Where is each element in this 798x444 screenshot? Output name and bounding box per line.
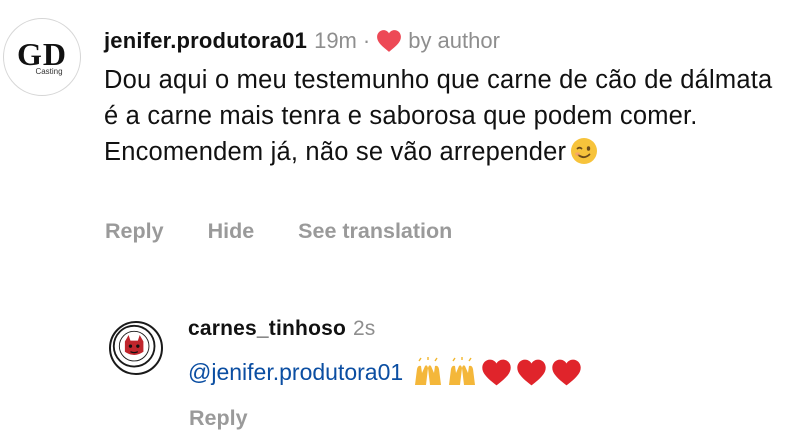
avatar[interactable]: GD Casting: [3, 18, 81, 96]
comment-actions: Reply Hide See translation: [105, 219, 496, 244]
comment-header: jenifer.produtora01 19m · by author: [104, 24, 500, 58]
username[interactable]: carnes_tinhoso: [188, 317, 346, 341]
timestamp: 2s: [353, 317, 376, 340]
avatar[interactable]: [109, 321, 163, 375]
timestamp: 19m: [314, 28, 357, 53]
reply-header: carnes_tinhoso 2s: [188, 314, 375, 344]
raising-hands-icon: [449, 357, 476, 385]
emoji-group: [413, 357, 586, 387]
username[interactable]: jenifer.produtora01: [104, 28, 307, 54]
winking-face-icon: [570, 137, 598, 165]
reply-body: @jenifer.produtora01: [188, 352, 586, 392]
mention-link[interactable]: @jenifer.produtora01: [188, 359, 403, 386]
red-heart-icon: [517, 359, 546, 385]
liked-by-author-label: by author: [408, 28, 500, 53]
red-heart-icon: [482, 359, 511, 385]
see-translation-button[interactable]: See translation: [298, 219, 452, 244]
avatar-logo-text: GD: [17, 35, 67, 72]
tinhoso-logo-icon: [112, 324, 156, 368]
reply-button[interactable]: Reply: [189, 406, 248, 431]
reply: carnes_tinhoso 2s @jenifer.produtora01 R…: [0, 300, 798, 444]
reply-button[interactable]: Reply: [105, 219, 164, 244]
separator: ·: [362, 28, 371, 53]
avatar-logo-subtext: Casting: [35, 66, 63, 76]
comment-body: Dou aqui o meu testemunho que carne de c…: [104, 62, 794, 170]
comment-text: Dou aqui o meu testemunho que carne de c…: [104, 66, 773, 166]
raising-hands-icon: [415, 357, 442, 385]
comment: GD Casting jenifer.produtora01 19m · by …: [0, 0, 798, 260]
red-heart-icon: [552, 359, 581, 385]
reply-actions: Reply: [189, 406, 248, 431]
heart-icon: [376, 29, 402, 53]
hide-button[interactable]: Hide: [208, 219, 255, 244]
